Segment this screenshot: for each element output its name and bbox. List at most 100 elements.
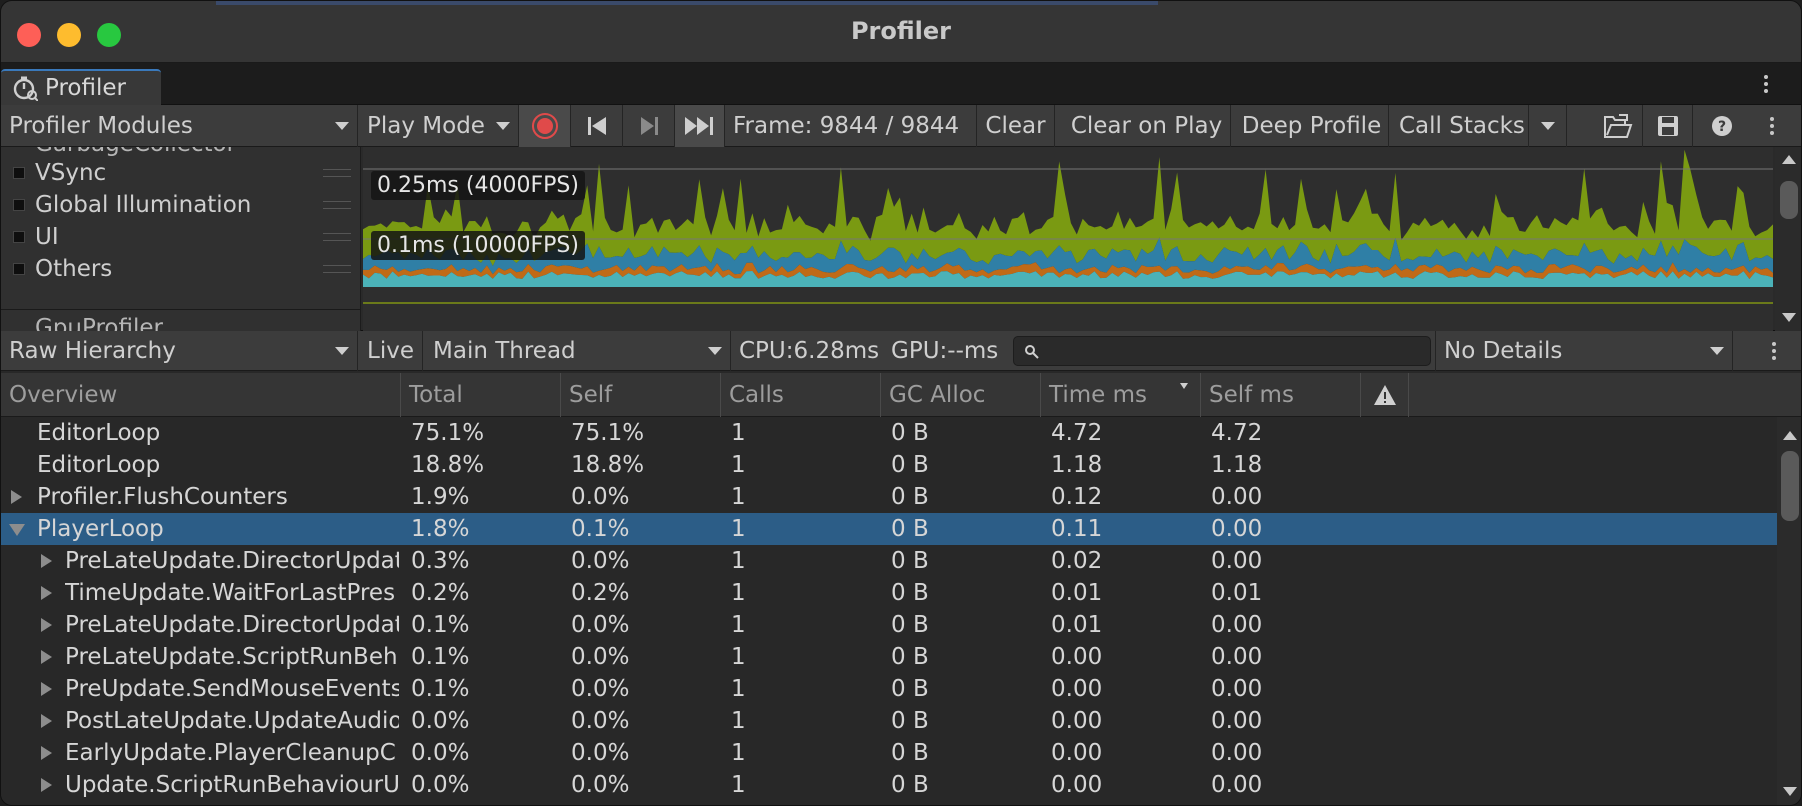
module-list-scrollbar[interactable] (1775, 147, 1801, 331)
details-label: No Details (1444, 338, 1563, 364)
current-frame-button[interactable] (675, 105, 725, 147)
cell-self: 0.0% (571, 644, 630, 670)
scrollbar-thumb[interactable] (1780, 181, 1798, 219)
table-row[interactable]: PreLateUpdate.DirectorUpdat 0.1% 0.0% 1 0 B 0… (1, 609, 1777, 641)
cell-total: 0.3% (411, 548, 470, 574)
legend-item-label: UI (35, 224, 59, 250)
expand-arrow-icon[interactable] (41, 714, 52, 728)
column-header-overview[interactable]: Overview (1, 373, 401, 417)
play-mode-dropdown[interactable]: Play Mode (359, 105, 519, 147)
first-frame-button[interactable] (571, 105, 623, 147)
scroll-up-icon[interactable] (1782, 155, 1796, 164)
search-field[interactable] (1013, 336, 1431, 366)
cell-self-ms: 0.01 (1211, 580, 1263, 606)
help-button[interactable]: ? (1697, 105, 1747, 147)
drag-handle-icon[interactable] (323, 169, 351, 177)
drag-handle-icon[interactable] (323, 233, 351, 241)
legend-item-global-illumination[interactable]: Global Illumination (1, 189, 360, 221)
table-row[interactable]: PostLateUpdate.UpdateAudio 0.0% 0.0% 1 0 B 0.… (1, 705, 1777, 737)
column-header-self-ms[interactable]: Self ms (1201, 373, 1361, 417)
legend-item-ui[interactable]: UI (1, 221, 360, 253)
legend-item-vsync[interactable]: VSync (1, 157, 360, 189)
cell-name: Update.ScriptRunBehaviourU (65, 772, 399, 798)
column-header-total[interactable]: Total (401, 373, 561, 417)
record-button[interactable] (519, 105, 571, 147)
table-row[interactable]: EditorLoop 18.8% 18.8% 1 0 B 1.18 1.18 (1, 449, 1777, 481)
toolbar-menu-kebab-icon[interactable] (1763, 111, 1781, 141)
next-frame-button[interactable] (623, 105, 675, 147)
tab-menu-kebab-icon[interactable] (1757, 69, 1775, 99)
expand-arrow-icon[interactable] (41, 746, 52, 760)
tab-bar: Profiler (1, 63, 1801, 105)
table-row[interactable]: Update.ScriptRunBehaviourU 0.0% 0.0% 1 0 B 0.… (1, 769, 1777, 801)
cell-self-ms: 0.00 (1211, 644, 1263, 670)
expand-arrow-icon[interactable] (41, 618, 52, 632)
cell-gc-alloc: 0 B (891, 772, 929, 798)
cell-total: 0.1% (411, 676, 470, 702)
details-dropdown[interactable]: No Details (1435, 331, 1733, 371)
cell-total: 0.0% (411, 708, 470, 734)
drag-handle-icon[interactable] (323, 265, 351, 273)
chevron-down-icon (335, 122, 349, 130)
scroll-down-icon[interactable] (1783, 787, 1797, 796)
table-row[interactable]: EditorLoop 75.1% 75.1% 1 0 B 4.72 4.72 (1, 417, 1777, 449)
hierarchy-scrollbar[interactable] (1777, 417, 1801, 805)
column-header-self[interactable]: Self (561, 373, 721, 417)
window-title: Profiler (850, 17, 952, 45)
column-header-gc-alloc[interactable]: GC Alloc (881, 373, 1041, 417)
clear-on-play-toggle[interactable]: Clear on Play (1063, 105, 1231, 147)
cell-time-ms: 0.11 (1051, 516, 1103, 542)
table-row[interactable]: EarlyUpdate.PlayerCleanupC 0.0% 0.0% 1 0 B 0.… (1, 737, 1777, 769)
expand-arrow-icon[interactable] (41, 586, 52, 600)
skip-back-icon (587, 117, 606, 135)
clear-button[interactable]: Clear (977, 105, 1055, 147)
collapse-arrow-icon[interactable] (9, 524, 25, 536)
fps-marker-label-top: 0.25ms (4000FPS) (371, 171, 585, 200)
scroll-up-icon[interactable] (1783, 431, 1797, 440)
table-row[interactable]: PreLateUpdate.ScriptRunBeh 0.1% 0.0% 1 0 B 0.… (1, 641, 1777, 673)
expand-arrow-icon[interactable] (41, 682, 52, 696)
cell-time-ms: 0.00 (1051, 708, 1103, 734)
expand-arrow-icon[interactable] (11, 490, 22, 504)
table-row[interactable]: Profiler.FlushCounters 1.9% 0.0% 1 0 B 0.12 0.… (1, 481, 1777, 513)
table-row[interactable]: TimeUpdate.WaitForLastPres 0.2% 0.2% 1 0 B 0.… (1, 577, 1777, 609)
details-menu-kebab-icon[interactable] (1765, 336, 1783, 366)
cell-gc-alloc: 0 B (891, 740, 929, 766)
cell-time-ms: 0.12 (1051, 484, 1103, 510)
column-header-calls[interactable]: Calls (721, 373, 881, 417)
view-type-label: Raw Hierarchy (9, 338, 176, 364)
column-header-warnings[interactable] (1361, 373, 1409, 417)
call-stacks-dropdown[interactable] (1529, 105, 1567, 147)
tab-profiler[interactable]: Profiler (1, 69, 161, 105)
table-row[interactable]: PlayerLoop 1.8% 0.1% 1 0 B 0.11 0.00 (1, 513, 1777, 545)
cell-gc-alloc: 0 B (891, 580, 929, 606)
legend-item-others[interactable]: Others (1, 253, 360, 285)
cell-name: EditorLoop (37, 420, 161, 446)
expand-arrow-icon[interactable] (41, 650, 52, 664)
cell-name: PreUpdate.SendMouseEvents (65, 676, 399, 702)
expand-arrow-icon[interactable] (41, 554, 52, 568)
cell-name: PlayerLoop (37, 516, 164, 542)
expand-arrow-icon[interactable] (41, 778, 52, 792)
thread-dropdown[interactable]: Main Thread (425, 331, 731, 371)
scrollbar-thumb[interactable] (1781, 451, 1799, 521)
table-row[interactable]: PreUpdate.SendMouseEvents 0.1% 0.0% 1 0 B 0.0… (1, 673, 1777, 705)
cell-gc-alloc: 0 B (891, 420, 929, 446)
cell-total: 1.8% (411, 516, 470, 542)
cell-gc-alloc: 0 B (891, 708, 929, 734)
profiler-modules-dropdown[interactable]: Profiler Modules (1, 105, 358, 147)
view-type-dropdown[interactable]: Raw Hierarchy (1, 331, 358, 371)
search-input[interactable] (1044, 339, 1424, 363)
drag-handle-icon[interactable] (323, 201, 351, 209)
save-button[interactable] (1643, 105, 1693, 147)
load-button[interactable] (1593, 105, 1643, 147)
table-row[interactable]: PreLateUpdate.DirectorUpdat 0.3% 0.0% 1 0 B 0… (1, 545, 1777, 577)
live-toggle[interactable]: Live (359, 331, 423, 371)
deep-profile-toggle[interactable]: Deep Profile (1235, 105, 1389, 147)
scroll-down-icon[interactable] (1782, 313, 1796, 322)
legend-item-cut-top: GarbageCollector (35, 147, 236, 157)
call-stacks-toggle[interactable]: Call Stacks (1391, 105, 1529, 147)
column-header-time-ms[interactable]: Time ms (1041, 373, 1201, 417)
cpu-usage-graph[interactable]: 0.25ms (4000FPS) 0.1ms (10000FPS) (363, 147, 1773, 331)
module-legend: GarbageCollector VSync Global Illuminati… (1, 147, 361, 331)
